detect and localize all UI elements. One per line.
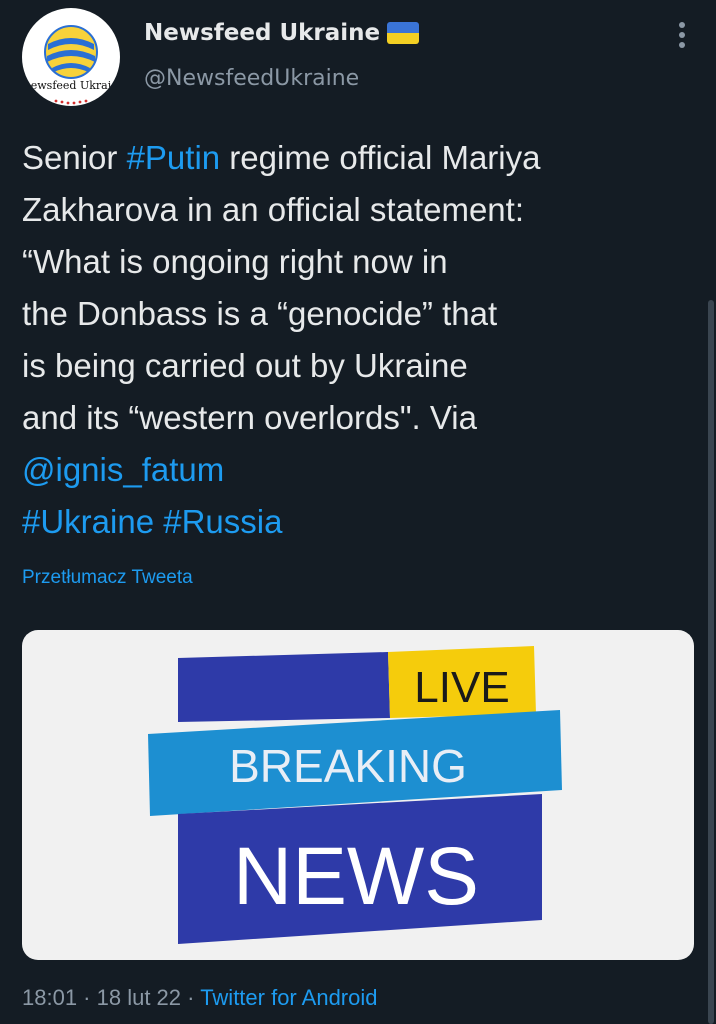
dot [679, 32, 685, 38]
author-display-name[interactable]: Newsfeed Ukraine [144, 20, 420, 46]
dot [679, 42, 685, 48]
separator: · [77, 985, 97, 1010]
scrollbar[interactable] [708, 300, 714, 1024]
upper-blue-block [178, 652, 390, 722]
tweet-time[interactable]: 18:01 [22, 985, 77, 1010]
flag-blue-stripe [387, 22, 420, 33]
tweet-line: Zakharova in an official statement: [22, 191, 524, 228]
tweet-page: ewsfeed Ukrai Newsfeed Ukraine @Newsfeed… [0, 0, 716, 1024]
breaking-label: BREAKING [229, 740, 467, 792]
ukraine-flag-icon [387, 22, 420, 44]
more-options-icon[interactable] [676, 22, 688, 52]
display-name-text: Newsfeed Ukraine [144, 20, 381, 46]
tweet-line: and its “western overlords". Via [22, 399, 477, 436]
media-image[interactable]: LIVE BREAKING NEWS [22, 630, 694, 960]
author-handle[interactable]: @NewsfeedUkraine [144, 66, 359, 91]
text-segment: regime official Mariya [220, 139, 541, 176]
avatar-caption: ewsfeed Ukrai [30, 79, 112, 92]
mention-link[interactable]: @ignis_fatum [22, 451, 224, 488]
flag-yellow-stripe [387, 33, 420, 44]
tweet-line: the Donbass is a “genocide” that [22, 295, 498, 332]
tweet-date[interactable]: 18 lut 22 [97, 985, 181, 1010]
tweet-line: #Ukraine #Russia [22, 496, 698, 548]
separator: · [181, 985, 201, 1010]
author-avatar[interactable]: ewsfeed Ukrai [22, 8, 120, 106]
tweet-line: “What is ongoing right now in [22, 243, 448, 280]
tweet-line: Senior #Putin regime official Mariya [22, 132, 698, 184]
hashtag-russia[interactable]: #Russia [163, 503, 282, 540]
text-segment: Senior [22, 139, 127, 176]
tweet-timestamp: 18:01 · 18 lut 22 · Twitter for Android [22, 985, 378, 1011]
breaking-news-graphic: LIVE BREAKING NEWS [148, 646, 562, 944]
tweet-line: @ignis_fatum [22, 444, 698, 496]
hashtag-putin[interactable]: #Putin [127, 139, 221, 176]
hashtag-ukraine[interactable]: #Ukraine [22, 503, 154, 540]
news-label: NEWS [233, 831, 479, 922]
translate-tweet-link[interactable]: Przetłumacz Tweeta [22, 567, 193, 589]
live-label: LIVE [414, 663, 509, 712]
tweet-source-link[interactable]: Twitter for Android [200, 985, 377, 1010]
dot [679, 22, 685, 28]
tweet-line: is being carried out by Ukraine [22, 347, 468, 384]
tweet-text: Senior #Putin regime official Mariya Zak… [22, 132, 698, 548]
